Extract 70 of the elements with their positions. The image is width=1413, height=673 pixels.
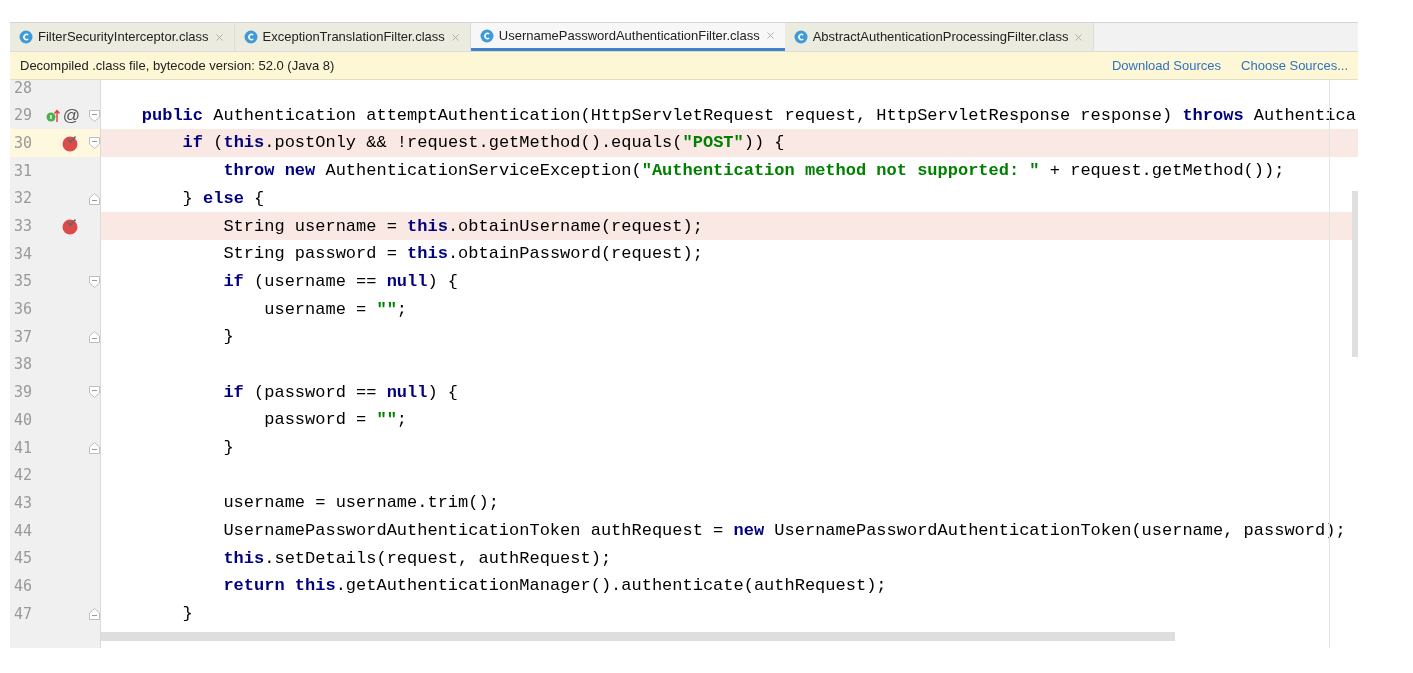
line-number: 35 [14,271,34,293]
fold-icon[interactable] [88,441,100,454]
class-icon [243,30,258,44]
code-line: username = username.trim(); [222,492,499,515]
code-line: } [222,437,234,460]
line-number: 37 [14,326,34,348]
editor-tab[interactable]: UsernamePasswordAuthenticationFilter.class [470,23,785,51]
line-number: 43 [14,492,34,514]
code-line: } [181,603,193,626]
close-icon[interactable] [213,31,225,43]
info-link[interactable]: Choose Sources... [1241,55,1348,76]
editor-tab[interactable]: AbstractAuthenticationProcessingFilter.class [784,23,1095,51]
info-message: Decompiled .class file, bytecode version: 52.0 (Java 8) [20,56,335,75]
fold-icon[interactable] [88,275,100,288]
tab-label: FilterSecurityInterceptor.class [38,28,209,47]
line-number: 46 [14,575,34,597]
editor-tab[interactable]: FilterSecurityInterceptor.class [10,23,235,51]
vertical-scrollbar[interactable] [1352,191,1358,357]
line-number: 41 [14,437,34,459]
code-line: String username = this.obtainUsername(request); [222,215,703,238]
code-line: username = ""; [263,298,408,321]
horizontal-scrollbar[interactable] [101,631,1175,641]
code-line: if (username == null) { [222,270,459,293]
tab-label: UsernamePasswordAuthenticationFilter.class [498,26,760,45]
line-number: 36 [14,299,34,321]
fold-icon[interactable] [88,137,100,150]
code-line: if (this.postOnly && !request.getMethod().equals("POST")) { [181,132,785,155]
fold-icon[interactable] [88,109,100,122]
close-icon[interactable] [1073,31,1085,43]
code-line: UsernamePasswordAuthenticationToken authRequest = new UsernamePasswordAuthenticationToken(username, password); [222,520,1346,543]
annotation-icon[interactable]: @ [62,107,80,125]
fold-icon[interactable] [88,192,100,205]
line-number: 33 [14,216,34,238]
line-number: 29 [14,105,34,127]
code-line: } [222,326,234,349]
code-line: public Authentication attemptAuthentication(HttpServletRequest request, HttpServletResponse response) throws Authentica [140,104,1356,127]
line-number: 32 [14,188,34,210]
line-number: 39 [14,382,34,404]
line-number: 42 [14,465,34,487]
line-number: 44 [14,520,34,542]
line-number: 31 [14,160,34,182]
close-icon[interactable] [764,30,776,41]
code-line: this.setDetails(request, authRequest); [222,547,612,570]
code-line: } else { [181,187,265,210]
editor-tab[interactable]: ExceptionTranslationFilter.class [234,23,471,51]
tab-label: ExceptionTranslationFilter.class [262,28,445,47]
code-line: return this.getAuthenticationManager().authenticate(authRequest); [222,575,887,598]
fold-icon[interactable] [88,607,100,620]
breakpoint-icon[interactable] [62,217,80,235]
line-number: 45 [14,548,34,570]
tab-label: AbstractAuthenticationProcessingFilter.class [812,28,1069,47]
line-number: 38 [14,354,34,376]
line-number: 30 [14,132,34,154]
code-line: password = ""; [263,409,408,432]
line-number: 34 [14,243,34,265]
code-line: throw new AuthenticationServiceException("Authentication method not supported: " + request.getMethod()); [222,160,1285,183]
code-line: if (password == null) { [222,381,459,404]
line-number: 40 [14,409,34,431]
class-icon [479,28,494,43]
fold-icon[interactable] [88,386,100,399]
close-icon[interactable] [449,31,461,43]
fold-icon[interactable] [88,331,100,344]
class-icon [793,30,808,44]
breakpoint-icon[interactable] [62,134,80,152]
code-line: String password = this.obtainPassword(request); [222,243,703,266]
implements-icon[interactable] [45,108,60,123]
line-number: 28 [14,77,34,99]
info-link[interactable]: Download Sources [1111,55,1222,76]
class-icon [19,30,33,44]
line-number: 47 [14,603,34,625]
